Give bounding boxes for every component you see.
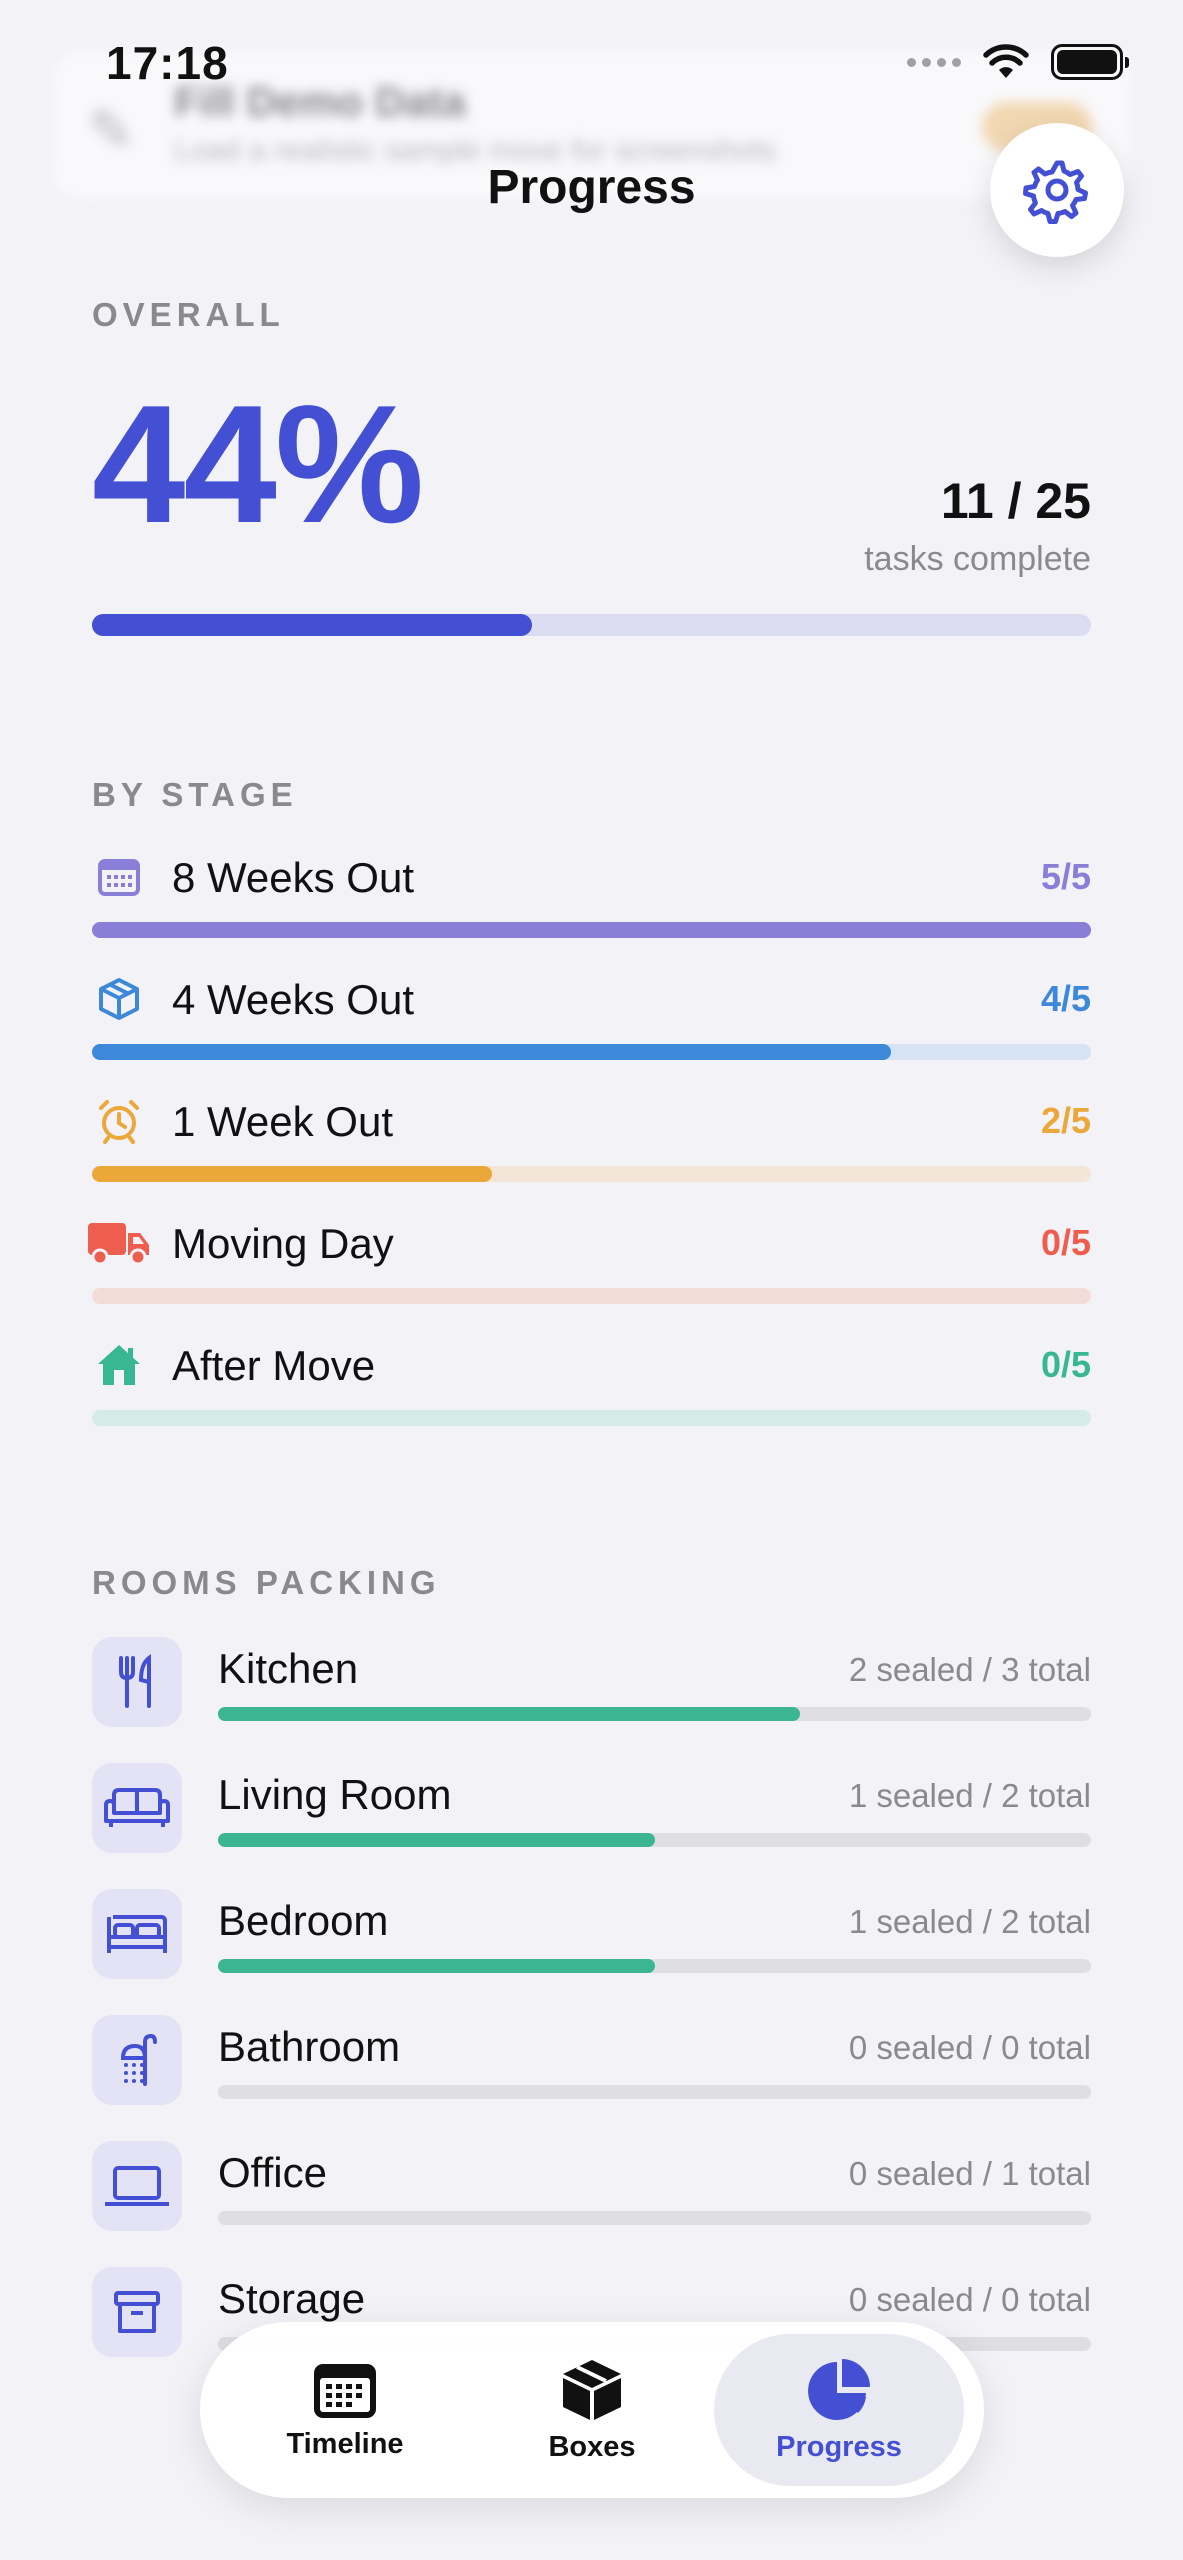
tab-timeline[interactable]: Timeline — [220, 2334, 470, 2486]
room-row-bedroom[interactable]: Bedroom 1 sealed / 2 total — [92, 1889, 1091, 1985]
room-row-bathroom[interactable]: Bathroom 0 sealed / 0 total — [92, 2015, 1091, 2111]
pie-chart-icon — [808, 2358, 870, 2420]
stage-count: 4/5 — [1040, 978, 1091, 1019]
stage-count: 0/5 — [1040, 1222, 1091, 1263]
room-sealed-count: 2 sealed / 3 total — [848, 1651, 1091, 1688]
room-sealed-count: 0 sealed / 1 total — [848, 2155, 1091, 2192]
wand-icon: ✎ — [88, 99, 135, 162]
stage-count: 0/5 — [1040, 1344, 1091, 1385]
stage-count: 5/5 — [1040, 856, 1091, 897]
overall-caption: tasks complete — [864, 540, 1091, 578]
alarm-clock-icon — [92, 1094, 146, 1148]
overall-progress-fill — [92, 614, 532, 636]
room-progress-fill — [218, 1959, 655, 1973]
room-label: Kitchen — [218, 1645, 359, 1692]
stage-progress-bar — [92, 1044, 1091, 1060]
room-progress-fill — [218, 1707, 800, 1721]
room-progress-bar — [218, 1959, 1091, 1973]
gear-icon — [1023, 160, 1088, 224]
status-time: 17:18 — [106, 37, 229, 89]
stage-label: 8 Weeks Out — [172, 854, 414, 901]
rooms-section-label: ROOMS PACKING — [92, 1564, 441, 1601]
stage-label: After Move — [172, 1342, 376, 1389]
status-icons — [907, 44, 1129, 80]
stage-count: 2/5 — [1040, 1100, 1091, 1141]
room-row-living-room[interactable]: Living Room 1 sealed / 2 total — [92, 1763, 1091, 1859]
stage-progress-bar — [92, 1288, 1091, 1304]
stage-section-label: BY STAGE — [92, 776, 298, 813]
cellular-signal-icon — [907, 57, 961, 67]
room-progress-bar — [218, 1707, 1091, 1721]
room-progress-bar — [218, 2211, 1091, 2225]
truck-icon — [86, 1216, 152, 1270]
battery-icon — [1051, 44, 1129, 80]
stage-progress-fill — [92, 1044, 892, 1060]
shower-icon — [92, 2015, 182, 2105]
tab-bar: Timeline Boxes Progress — [200, 2322, 984, 2498]
room-label: Office — [218, 2149, 327, 2196]
stage-row-1-week-out[interactable]: 1 Week Out 2/5 — [92, 1094, 1091, 1194]
stage-row-8-weeks-out[interactable]: 8 Weeks Out 5/5 — [92, 850, 1091, 950]
stage-label: 4 Weeks Out — [172, 976, 414, 1023]
tab-label: Progress — [776, 2430, 902, 2463]
stage-row-after-move[interactable]: After Move 0/5 — [92, 1338, 1091, 1438]
stage-progress-fill — [92, 922, 1091, 938]
stage-progress-bar — [92, 1410, 1091, 1426]
archive-box-icon — [92, 2267, 182, 2357]
calendar-icon — [92, 850, 146, 904]
box-icon — [563, 2359, 621, 2420]
room-sealed-count: 1 sealed / 2 total — [848, 1777, 1091, 1814]
stage-row-4-weeks-out[interactable]: 4 Weeks Out 4/5 — [92, 972, 1091, 1072]
room-sealed-count: 0 sealed / 0 total — [848, 2281, 1091, 2318]
bed-icon — [92, 1889, 182, 1979]
room-label: Storage — [218, 2275, 366, 2322]
sofa-icon — [92, 1763, 182, 1853]
room-progress-bar — [218, 2085, 1091, 2099]
room-label: Bathroom — [218, 2023, 401, 2070]
room-label: Living Room — [218, 1771, 452, 1818]
calendar-icon — [314, 2363, 376, 2418]
room-sealed-count: 0 sealed / 0 total — [848, 2029, 1091, 2066]
stage-progress-fill — [92, 1166, 492, 1182]
overall-task-count: 11 / 25 — [940, 473, 1091, 529]
room-row-kitchen[interactable]: Kitchen 2 sealed / 3 total — [92, 1637, 1091, 1733]
room-row-office[interactable]: Office 0 sealed / 1 total — [92, 2141, 1091, 2237]
wifi-icon — [983, 44, 1029, 78]
room-label: Bedroom — [218, 1897, 389, 1944]
stage-row-moving-day[interactable]: Moving Day 0/5 — [88, 1216, 1091, 1316]
stage-progress-bar — [92, 1166, 1091, 1182]
stage-label: 1 Week Out — [172, 1098, 393, 1145]
box-icon — [92, 972, 146, 1026]
tab-progress[interactable]: Progress — [714, 2334, 964, 2486]
stage-label: Moving Day — [172, 1220, 394, 1267]
tab-boxes[interactable]: Boxes — [467, 2334, 717, 2486]
tab-label: Timeline — [286, 2427, 404, 2460]
house-icon — [92, 1338, 146, 1392]
overall-section-label: OVERALL — [92, 296, 285, 333]
overall-progress-bar — [92, 614, 1091, 636]
stage-progress-bar — [92, 922, 1091, 938]
tab-label: Boxes — [548, 2430, 636, 2463]
room-sealed-count: 1 sealed / 2 total — [848, 1903, 1091, 1940]
room-progress-bar — [218, 1833, 1091, 1847]
laptop-icon — [92, 2141, 182, 2231]
fork-knife-icon — [92, 1637, 182, 1727]
settings-button[interactable] — [990, 123, 1124, 257]
room-progress-fill — [218, 1833, 655, 1847]
overall-percent: 44% — [92, 370, 424, 558]
